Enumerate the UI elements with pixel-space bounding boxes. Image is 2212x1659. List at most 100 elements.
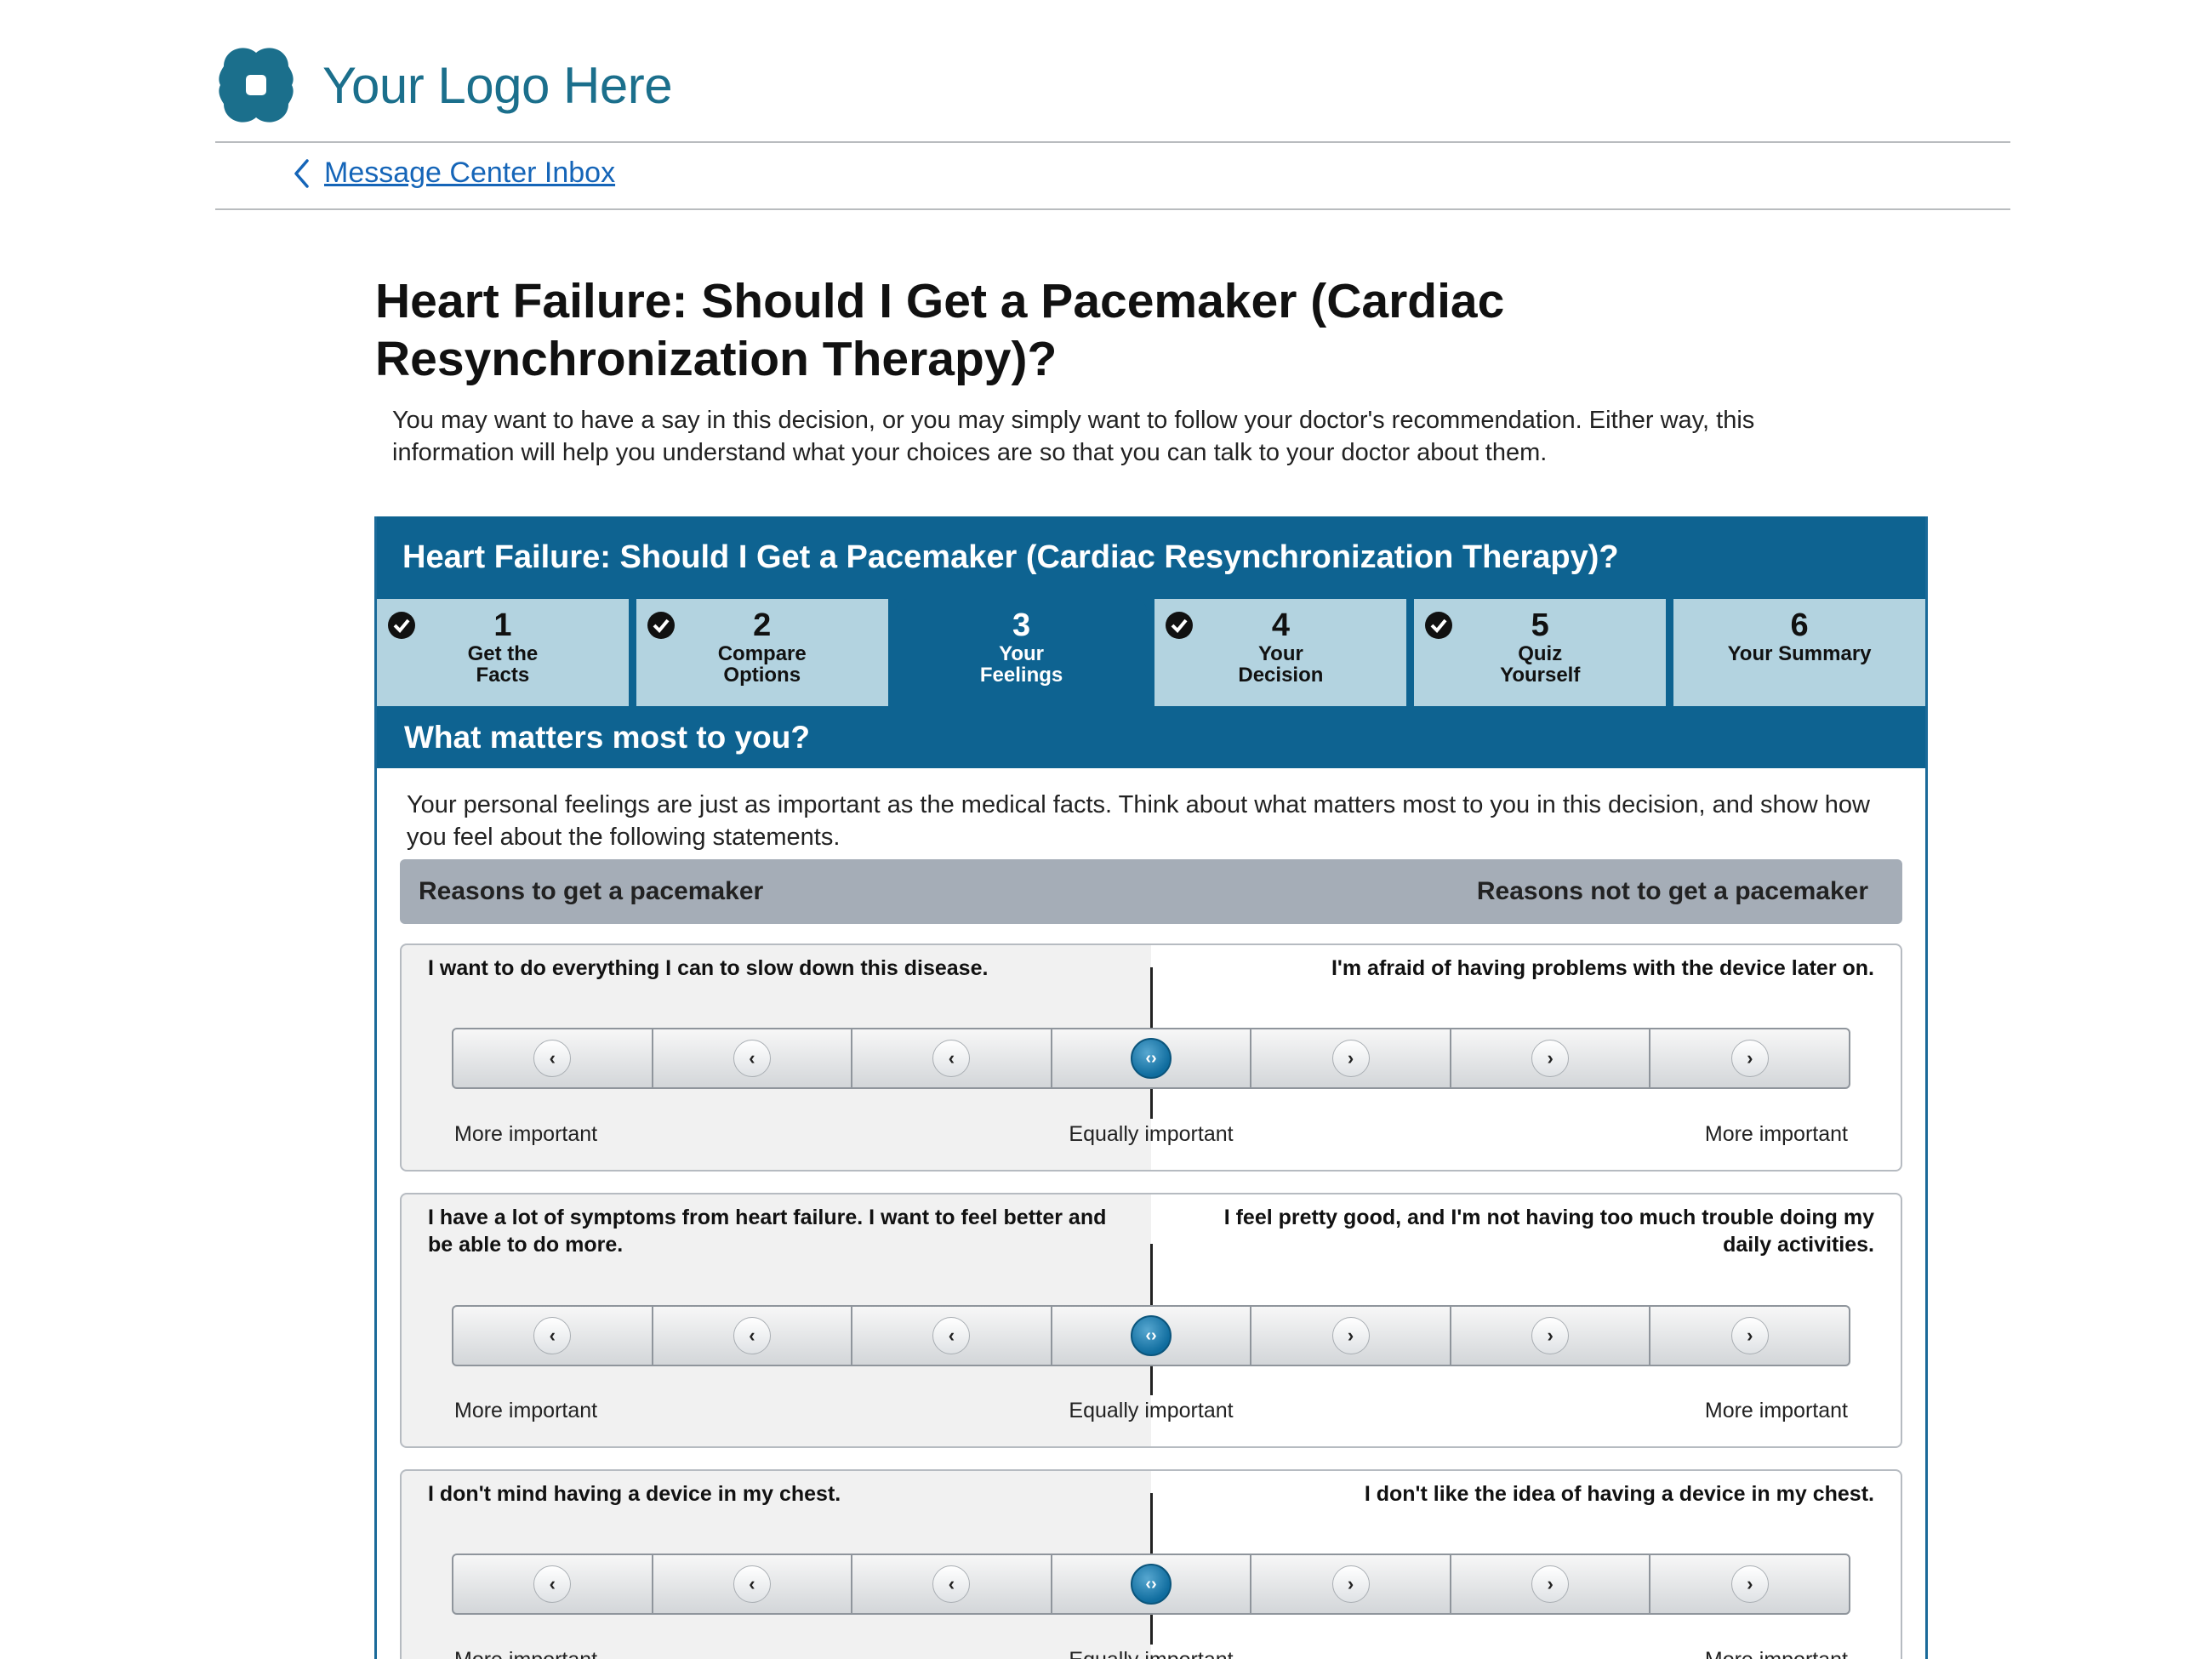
chevron-left-icon: ‹ [932,1040,971,1077]
tab-your-feelings[interactable]: 3 Your Feelings [895,599,1148,706]
chevron-right-icon: › [1730,1317,1769,1354]
tab-compare-options[interactable]: 2 Compare Options [636,599,888,706]
slider-step-left-1[interactable]: ‹ [852,1029,1052,1087]
checkmark-icon [1425,612,1453,639]
chevron-right-icon: › [1730,1565,1769,1603]
slider-handle-icon[interactable]: ‹› [1131,1564,1172,1605]
reasons-bar: Reasons to get a pacemaker Reasons not t… [400,859,1902,924]
slider-step-left-3[interactable]: ‹ [453,1307,653,1365]
chevron-left-icon: ‹ [932,1565,971,1603]
statement-left: I want to do everything I can to slow do… [428,956,989,980]
slider-handle-icon[interactable]: ‹› [1131,1038,1172,1079]
section-title: What matters most to you? [404,719,810,755]
slider-step-center[interactable]: ‹› [1052,1029,1252,1087]
chevron-left-icon [294,158,309,188]
tool-title: Heart Failure: Should I Get a Pacemaker … [402,539,1619,575]
slider-step-right-2[interactable]: › [1451,1307,1651,1365]
page-title: Heart Failure: Should I Get a Pacemaker … [375,274,1505,386]
chevron-right-icon: › [1331,1565,1370,1603]
slider-step-right-1[interactable]: › [1251,1307,1451,1365]
slider-step-right-1[interactable]: › [1251,1029,1451,1087]
chevron-left-icon: ‹ [533,1317,572,1354]
slider-step-left-2[interactable]: ‹ [653,1307,853,1365]
slider-step-right-1[interactable]: › [1251,1555,1451,1613]
scale-center-label: Equally important [1069,1648,1233,1659]
step-label: Compare Options [717,642,807,687]
statement-right: I'm afraid of having problems with the d… [1331,956,1874,980]
statement-right: I don't like the idea of having a device… [1364,1482,1874,1506]
scale-center-label: Equally important [1069,1399,1234,1422]
scale-right-label: More important [1705,1648,1848,1659]
nav-divider [215,208,2010,210]
chevron-left-icon: ‹ [533,1565,572,1603]
page-intro: You may want to have a say in this decis… [392,407,1755,466]
back-link[interactable]: Message Center Inbox [292,157,615,190]
logo-text: Your Logo Here [322,56,673,114]
importance-slider[interactable]: ‹ ‹ ‹ ‹› › › › [452,1554,1850,1615]
scale-right-label: More important [1704,1122,1848,1146]
slider-handle-icon[interactable]: ‹› [1131,1315,1172,1356]
chevron-left-icon: ‹ [932,1317,971,1354]
slider-step-right-2[interactable]: › [1451,1029,1651,1087]
chevron-right-icon: › [1531,1040,1570,1077]
slider-step-right-3[interactable]: › [1650,1307,1849,1365]
logo: Your Logo Here [217,44,673,126]
statement-card: I don't mind having a device in my chest… [400,1469,1902,1659]
slider-step-left-1[interactable]: ‹ [852,1555,1052,1613]
slider-step-center[interactable]: ‹› [1052,1307,1252,1365]
slider-step-right-3[interactable]: › [1650,1555,1849,1613]
step-label: Get the Facts [467,642,539,687]
statement-right: I feel pretty good, and I'm not having t… [1223,1206,1874,1257]
slider-step-right-2[interactable]: › [1451,1555,1651,1613]
statement-card: I have a lot of symptoms from heart fail… [400,1193,1902,1448]
decision-tool: Heart Failure: Should I Get a Pacemaker … [374,516,1928,1659]
tab-your-summary[interactable]: 6 Your Summary [1673,599,1925,706]
chevron-right-icon: › [1331,1040,1370,1077]
checkmark-icon [388,612,415,639]
step-label: Your Feelings [979,642,1063,687]
slider-step-left-1[interactable]: ‹ [852,1307,1052,1365]
tool-body: Your personal feelings are just as impor… [377,768,1925,1659]
statement-left: I have a lot of symptoms from heart fail… [428,1206,1107,1257]
step-number: 3 [1012,607,1031,643]
statement-card: I want to do everything I can to slow do… [400,944,1902,1172]
step-label: Quiz Yourself [1500,642,1581,687]
scale-left-label: More important [454,1648,597,1659]
statement-left: I don't mind having a device in my chest… [428,1482,841,1506]
tab-get-the-facts[interactable]: 1 Get the Facts [377,599,629,706]
slider-step-center[interactable]: ‹› [1052,1555,1252,1613]
tab-your-decision[interactable]: 4 Your Decision [1154,599,1407,706]
chevron-left-icon: ‹ [733,1317,771,1354]
slider-step-left-3[interactable]: ‹ [453,1555,653,1613]
checkmark-icon [647,612,675,639]
chevron-left-icon: ‹ [533,1040,572,1077]
tool-header: Heart Failure: Should I Get a Pacemaker … [377,516,1925,599]
header-divider [215,141,2010,143]
chevron-right-icon: › [1531,1317,1570,1354]
scale-left-label: More important [454,1399,598,1422]
slider-step-left-2[interactable]: ‹ [653,1029,853,1087]
slider-step-right-3[interactable]: › [1650,1029,1849,1087]
scale-right-label: More important [1704,1399,1848,1422]
reasons-right-label: Reasons not to get a pacemaker [1476,877,1868,905]
step-label: Your Decision [1238,642,1324,687]
chevron-right-icon: › [1730,1040,1769,1077]
logo-mark-icon [219,48,294,123]
importance-slider[interactable]: ‹ ‹ ‹ ‹› › › › [452,1305,1850,1366]
step-label: Your Summary [1727,642,1872,665]
step-number: 6 [1790,607,1809,643]
reasons-left-label: Reasons to get a pacemaker [419,877,764,905]
section-lead: Your personal feelings are just as impor… [407,791,1870,851]
chevron-left-icon: ‹ [733,1565,771,1603]
scale-left-label: More important [454,1122,598,1146]
tab-quiz-yourself[interactable]: 5 Quiz Yourself [1414,599,1667,706]
chevron-right-icon: › [1531,1565,1570,1603]
scale-center-label: Equally important [1069,1122,1234,1146]
section-header: What matters most to you? [377,706,1925,768]
back-link-label[interactable]: Message Center Inbox [324,157,615,190]
slider-step-left-3[interactable]: ‹ [453,1029,653,1087]
step-tabs: 1 Get the Facts 2 Compare Options 3 Your… [377,599,1925,706]
slider-step-left-2[interactable]: ‹ [653,1555,853,1613]
importance-slider[interactable]: ‹ ‹ ‹ ‹› › › › [452,1028,1850,1089]
checkmark-icon [1166,612,1194,639]
